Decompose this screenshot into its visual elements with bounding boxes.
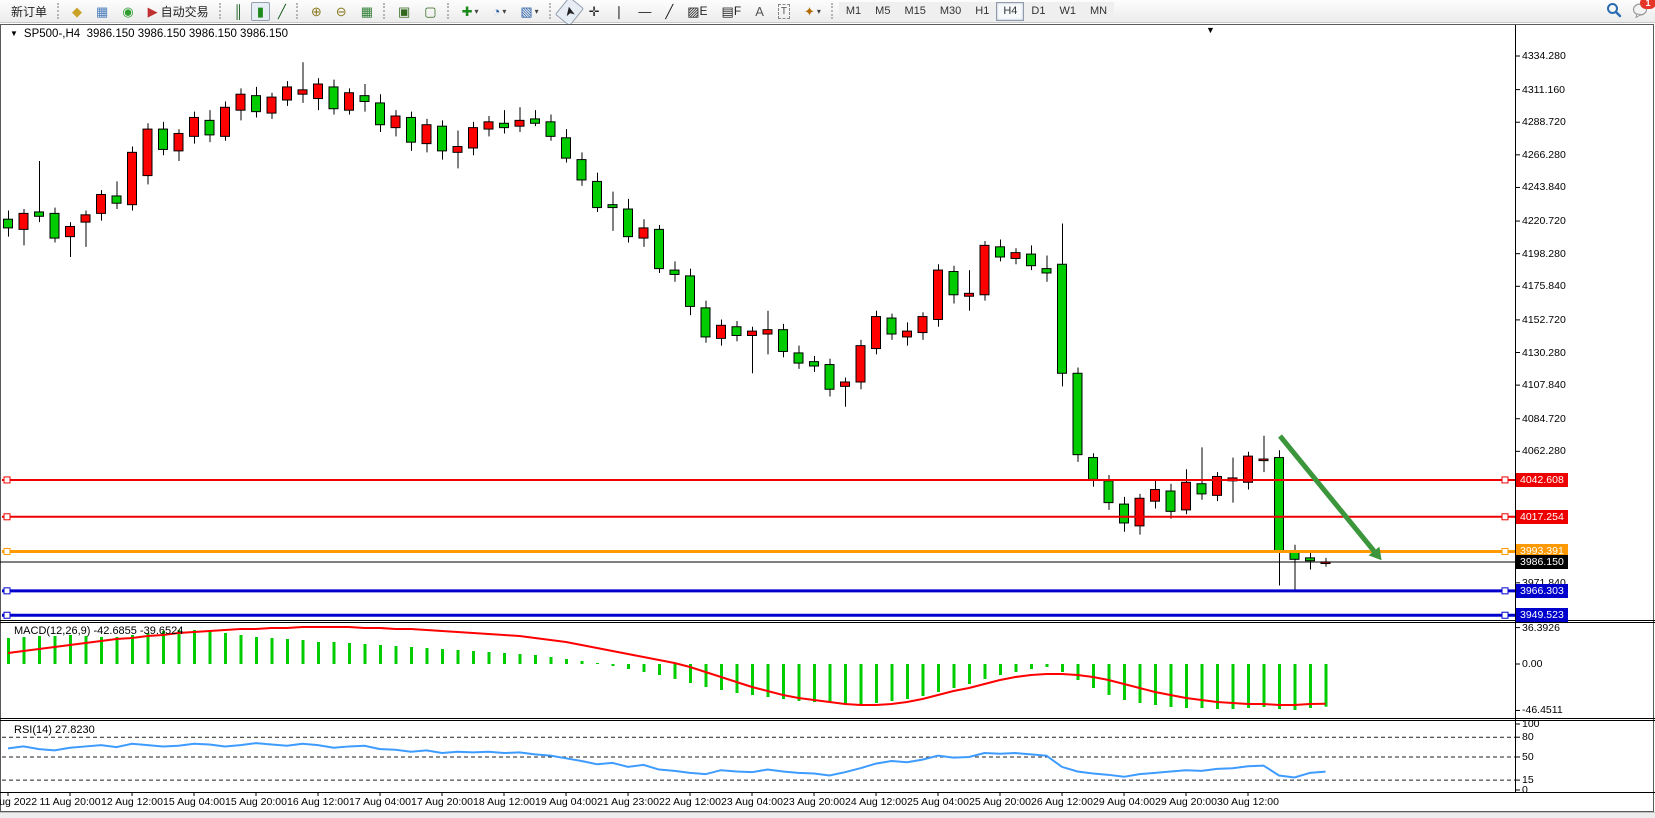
cascade-windows-icon: ▢ [424, 5, 436, 18]
text-label-icon[interactable]: T [772, 2, 796, 21]
cursor-icon: ➤ [561, 4, 576, 17]
horizontal-line-icon[interactable]: — [632, 2, 657, 21]
signals-icon: ◉ [122, 5, 133, 18]
status-bar [0, 812, 1655, 818]
fibonacci-icon: ▤ [722, 5, 734, 18]
timeframe-button-m5[interactable]: M5 [868, 2, 897, 21]
data-window-icon: ▦ [96, 5, 108, 18]
text-icon: A [755, 5, 764, 18]
zoom-in-icon[interactable]: ⊕ [305, 2, 328, 21]
add-indicator-icon: ✚ [462, 5, 473, 18]
cascade-windows-icon[interactable]: ▢ [418, 2, 442, 21]
channel-icon[interactable]: ▨E [681, 2, 713, 21]
timeframe-button-h1[interactable]: H1 [968, 2, 996, 21]
timeframe-button-h4[interactable]: H4 [996, 2, 1024, 21]
chart-window[interactable] [0, 24, 1654, 812]
toolbar-separator [383, 3, 388, 19]
bar-chart-icon: ║ [234, 5, 243, 18]
vertical-line-icon: ❘ [614, 5, 625, 18]
market-watch-icon[interactable]: ◆ [66, 2, 88, 21]
toolbar-separator [296, 3, 301, 19]
toolbar-separator [549, 3, 554, 19]
toolbar-buttons: 新订单 ◆ ▦ ◉ ▶自动交易 ║ ▮ ╱ ⊕ ⊖ ▦ ▣ ▢ ✚▾◔▾▧▾ ➤ ✛ ❘ — ╱ ▨E▤F A T ✦▾ M1… [4, 2, 1114, 21]
new-order-button[interactable]: 新订单 [5, 2, 53, 21]
cursor-icon[interactable]: ➤ [555, 0, 584, 26]
tile-windows-icon: ▦ [361, 5, 373, 18]
text-label-icon: T [778, 4, 790, 19]
arrows-icon[interactable]: ✦▾ [798, 2, 827, 21]
toolbar: 新订单 ◆ ▦ ◉ ▶自动交易 ║ ▮ ╱ ⊕ ⊖ ▦ ▣ ▢ ✚▾◔▾▧▾ ➤ ✛ ❘ — ╱ ▨E▤F A T ✦▾ M1… [0, 0, 1655, 23]
text-icon[interactable]: A [749, 2, 770, 21]
candlestick-chart-icon: ▮ [257, 5, 264, 18]
crosshair-icon: ✛ [589, 5, 600, 18]
period-icon[interactable]: ◔▾ [487, 2, 513, 21]
zoom-out-icon[interactable]: ⊖ [330, 2, 353, 21]
candlestick-chart-icon[interactable]: ▮ [251, 2, 270, 21]
trendline-icon: ╱ [665, 5, 673, 18]
vertical-line-icon[interactable]: ❘ [608, 2, 631, 21]
timeframe-button-m30[interactable]: M30 [933, 2, 968, 21]
timeframe-button-mn[interactable]: MN [1083, 2, 1114, 21]
auto-arrange-icon: ▣ [398, 5, 410, 18]
search-icon[interactable] [1606, 2, 1622, 23]
crosshair-icon[interactable]: ✛ [583, 2, 606, 21]
horizontal-line-icon: — [638, 5, 651, 18]
toolbar-separator [219, 3, 224, 19]
market-watch-icon: ◆ [72, 5, 82, 18]
toolbar-separator [447, 3, 452, 19]
fibonacci-icon[interactable]: ▤F [716, 2, 748, 21]
trendline-icon[interactable]: ╱ [659, 2, 679, 21]
signals-icon[interactable]: ◉ [116, 2, 139, 21]
line-chart-icon[interactable]: ╱ [272, 2, 292, 21]
autotrade-button[interactable]: ▶自动交易 [142, 2, 215, 21]
zoom-in-icon: ⊕ [311, 5, 322, 18]
timeframe-button-m1[interactable]: M1 [839, 2, 868, 21]
bar-chart-icon[interactable]: ║ [228, 2, 249, 21]
arrows-icon: ✦ [804, 5, 815, 18]
line-chart-icon: ╱ [278, 5, 286, 18]
auto-arrange-icon[interactable]: ▣ [392, 2, 416, 21]
timeframe-button-m15[interactable]: M15 [897, 2, 932, 21]
period-icon: ◔ [493, 5, 501, 18]
tile-windows-icon[interactable]: ▦ [355, 2, 379, 21]
toolbar-separator [831, 3, 836, 19]
zoom-out-icon: ⊖ [336, 5, 347, 18]
channel-icon: ▨ [687, 5, 699, 18]
timeframe-button-w1[interactable]: W1 [1052, 2, 1083, 21]
chat-badge: 1 [1640, 0, 1655, 9]
template-icon[interactable]: ▧▾ [514, 2, 544, 21]
timeframe-button-d1[interactable]: D1 [1024, 2, 1052, 21]
autotrade-icon: ▶ [148, 5, 158, 18]
add-indicator-icon[interactable]: ✚▾ [456, 2, 485, 21]
toolbar-separator [57, 3, 62, 19]
chat-icon[interactable]: 1 [1632, 2, 1649, 23]
data-window-icon[interactable]: ▦ [90, 2, 114, 21]
template-icon: ▧ [520, 5, 532, 18]
